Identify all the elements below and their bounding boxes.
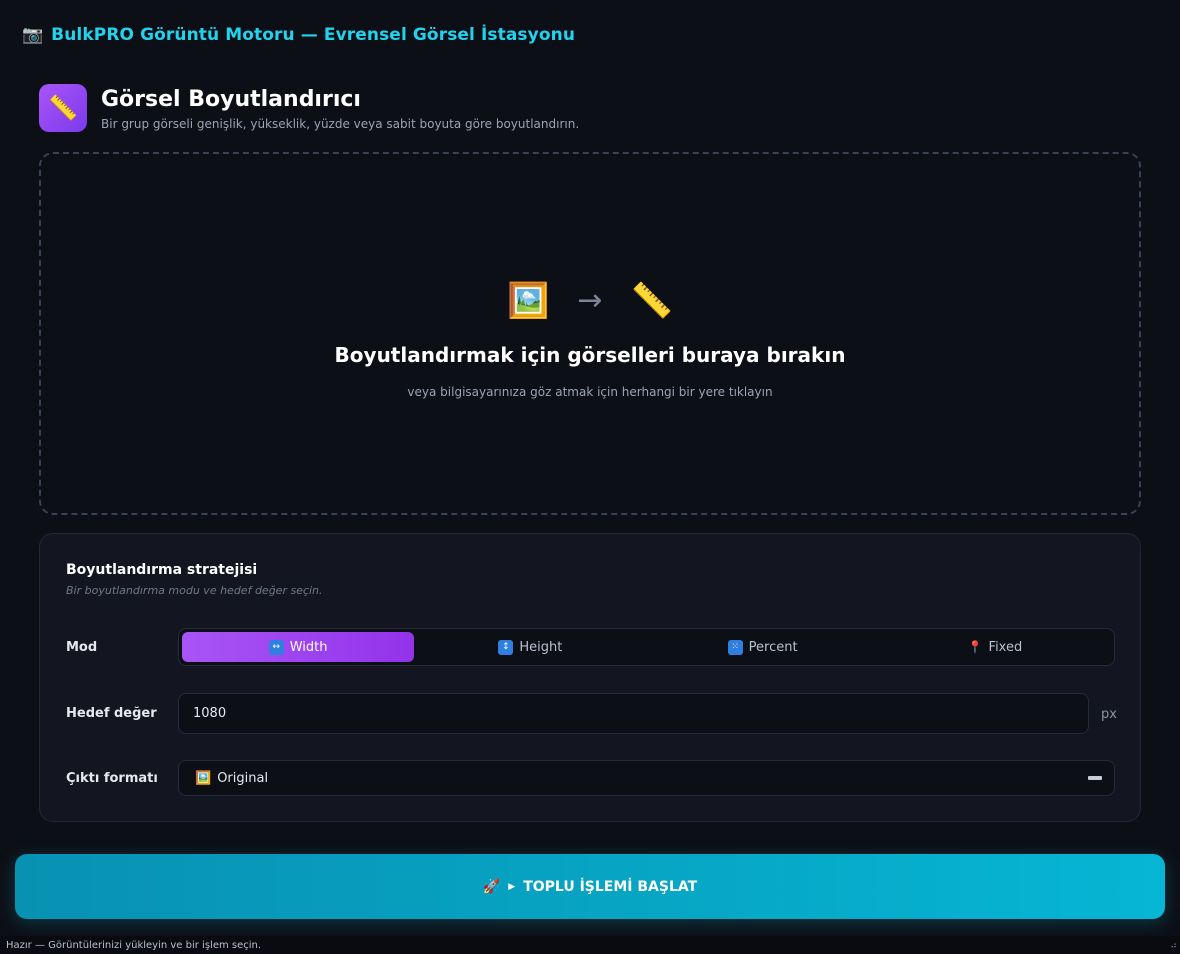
tool-heading: Görsel Boyutlandırıcı Bir grup görseli g… bbox=[101, 84, 579, 131]
start-batch-label: TOPLU İŞLEMİ BAŞLAT bbox=[523, 878, 698, 895]
arrow-right-icon: → bbox=[577, 283, 603, 318]
panel-title: Boyutlandırma stratejisi bbox=[66, 562, 258, 578]
mode-percent-label: Percent bbox=[748, 639, 798, 655]
resize-grip-icon[interactable]: ⠴ bbox=[1170, 941, 1177, 951]
picture-icon: 🖼️ bbox=[507, 280, 550, 321]
percent-grid-icon: ⁙ bbox=[727, 639, 743, 655]
target-unit: px bbox=[1101, 707, 1117, 722]
mode-fixed-button[interactable]: 📍 Fixed bbox=[879, 632, 1111, 662]
mode-height-button[interactable]: ↕ Height bbox=[414, 632, 646, 662]
panel-subtitle: Bir boyutlandırma modu ve hedef değer se… bbox=[66, 584, 323, 597]
vertical-arrows-icon: ↕ bbox=[498, 639, 514, 655]
camera-icon: 📷 bbox=[22, 25, 44, 45]
mode-fixed-label: Fixed bbox=[988, 639, 1023, 655]
output-format-select[interactable]: 🖼️ Original bbox=[178, 760, 1115, 796]
output-format-label: Çıktı formatı bbox=[66, 771, 158, 786]
picture-icon: 🖼️ bbox=[195, 770, 212, 786]
status-text: Hazır — Görüntülerinizi yükleyin ve bir … bbox=[6, 939, 262, 951]
app-title: BulkPRO Görüntü Motoru — Evrensel Görsel… bbox=[51, 25, 576, 45]
dropdown-handle-icon bbox=[1088, 776, 1102, 780]
mode-percent-button[interactable]: ⁙ Percent bbox=[647, 632, 879, 662]
target-value-input[interactable]: 1080 bbox=[178, 693, 1089, 734]
output-format-value: Original bbox=[217, 770, 269, 786]
dropzone-icons: 🖼️ → 📏 bbox=[507, 281, 673, 321]
horizontal-arrows-icon: ↔ bbox=[268, 639, 284, 655]
mode-selector: ↔ Width ↕ Height ⁙ Percent 📍 Fixed bbox=[178, 628, 1115, 666]
dropzone-title: Boyutlandırmak için görselleri buraya bı… bbox=[334, 342, 846, 367]
tool-subtitle: Bir grup görseli genişlik, yükseklik, yü… bbox=[101, 117, 580, 131]
mode-width-label: Width bbox=[289, 639, 328, 655]
pin-icon: 📍 bbox=[967, 640, 983, 654]
tool-header: 📏 Görsel Boyutlandırıcı Bir grup görseli… bbox=[39, 84, 579, 132]
target-value-label: Hedef değer bbox=[66, 706, 157, 721]
dropzone-subtitle: veya bilgisayarınıza göz atmak için herh… bbox=[407, 384, 773, 399]
ruler-icon: 📏 bbox=[630, 280, 673, 321]
rocket-icon: 🚀 bbox=[482, 878, 501, 895]
ruler-icon: 📏 bbox=[39, 84, 87, 132]
play-icon: ▶ bbox=[508, 881, 516, 892]
mode-label: Mod bbox=[66, 640, 98, 655]
resize-settings-panel: Boyutlandırma stratejisi Bir boyutlandır… bbox=[39, 533, 1141, 822]
tool-title: Görsel Boyutlandırıcı bbox=[101, 87, 361, 112]
mode-height-label: Height bbox=[519, 639, 563, 655]
app-header: 📷 BulkPRO Görüntü Motoru — Evrensel Görs… bbox=[22, 22, 575, 48]
image-dropzone[interactable]: 🖼️ → 📏 Boyutlandırmak için görselleri bu… bbox=[39, 152, 1141, 515]
mode-width-button[interactable]: ↔ Width bbox=[182, 632, 415, 662]
status-bar: Hazır — Görüntülerinizi yükleyin ve bir … bbox=[0, 936, 1180, 954]
start-batch-button[interactable]: 🚀 ▶ TOPLU İŞLEMİ BAŞLAT bbox=[15, 854, 1165, 919]
